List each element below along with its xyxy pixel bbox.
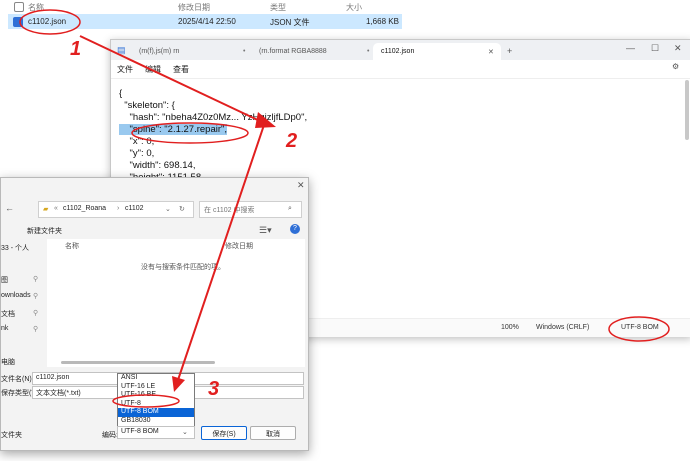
status-encoding: UTF-8 BOM	[621, 324, 659, 331]
column-type[interactable]: 类型	[270, 2, 286, 13]
tab-1[interactable]: (m(f),js(m) rn •	[127, 43, 247, 60]
notepad-app-icon: ▤	[117, 45, 126, 55]
close-window-icon[interactable]: ✕	[674, 43, 682, 54]
encoding-label: 编码:	[102, 432, 118, 439]
chevron-down-icon[interactable]: ⌄	[165, 205, 171, 213]
annotation-number-2: 2	[286, 130, 298, 152]
column-size[interactable]: 大小	[346, 2, 362, 13]
explorer-column-header: 名称 修改日期 类型 大小	[0, 0, 690, 14]
column-date[interactable]: 修改日期	[178, 2, 210, 13]
chevron-icon: «	[54, 205, 58, 212]
chevron-icon: ›	[117, 205, 120, 212]
row-checkbox[interactable]	[13, 17, 23, 27]
address-bar[interactable]: ▰ « c1102_Roana › c1102 ⌄ ↻	[38, 201, 194, 218]
file-date: 2025/4/14 22:50	[178, 17, 236, 26]
save-button[interactable]: 保存(S)	[201, 426, 247, 440]
vertical-scrollbar[interactable]	[685, 80, 689, 140]
encoding-dropdown-list[interactable]: ANSI UTF-16 LE UTF-16 BE UTF-8 UTF-8 BOM…	[117, 373, 195, 427]
pin-icon: ⚲	[33, 293, 39, 300]
menu-edit[interactable]: 编辑	[145, 64, 161, 75]
tab-active[interactable]: c1102.json ✕	[373, 43, 501, 60]
hide-folders-toggle[interactable]: 文件夹	[1, 430, 22, 440]
file-size: 1,668 KB	[366, 17, 399, 26]
menu-file[interactable]: 文件	[117, 64, 133, 75]
code-line: "y": 0,	[119, 148, 155, 159]
code-line: "hash": "nbeha4Z0z0Mz... YzHqizljfLDp0",	[119, 112, 308, 123]
view-options-icon[interactable]: ☰▾	[259, 225, 272, 236]
nav-item[interactable]: 电脑	[1, 357, 15, 367]
code-line: "x": 0,	[119, 136, 155, 147]
dialog-toolbar: 新建文件夹 ☰▾ ?	[1, 223, 308, 239]
tab-2[interactable]: (rn.format RGBA8888 •	[251, 43, 371, 60]
file-list: 名称 修改日期 没有与搜索条件匹配的项。	[47, 239, 305, 367]
nav-item[interactable]: 33 - 个人	[1, 243, 29, 253]
settings-gear-icon[interactable]: ⚙	[672, 62, 679, 71]
tab-dot-icon: •	[243, 48, 246, 55]
tab-dot-icon: •	[367, 48, 370, 55]
close-tab-icon[interactable]: ✕	[488, 48, 494, 56]
nav-item[interactable]: ownloads	[1, 292, 31, 299]
nav-pane: 33 - 个人 图 ownloads 文档 nk 电脑 ⚲ ⚲ ⚲ ⚲	[1, 239, 45, 369]
encoding-select[interactable]: UTF-8 BOM ⌄	[117, 426, 195, 439]
folder-icon: ▰	[43, 206, 49, 213]
column-name[interactable]: 名称	[28, 2, 44, 13]
dialog-titlebar: ✕	[1, 178, 308, 193]
column-date-header[interactable]: 修改日期	[225, 241, 253, 251]
annotation-number-3: 3	[208, 378, 220, 400]
minimize-icon[interactable]: —	[626, 43, 635, 53]
file-row-selected[interactable]: c1102.json 2025/4/14 22:50 JSON 文件 1,668…	[8, 14, 402, 29]
code-line: "skeleton": {	[119, 100, 175, 111]
pin-icon: ⚲	[33, 310, 39, 317]
search-input[interactable]: 在 c1102 中搜索 ⌕	[199, 201, 302, 218]
nav-item[interactable]: 图	[1, 275, 8, 285]
code-line-highlighted: "spine": "2.1.27.repair",	[119, 124, 228, 135]
notepad-titlebar: ▤ (m(f),js(m) rn • (rn.format RGBA8888 •…	[111, 40, 690, 60]
status-zoom: 100%	[501, 324, 519, 331]
breadcrumb-2[interactable]: c1102	[125, 205, 144, 212]
breadcrumb-1[interactable]: c1102_Roana	[63, 205, 106, 212]
back-arrow-icon[interactable]: ←	[5, 203, 14, 213]
save-as-dialog: ✕ ← ▰ « c1102_Roana › c1102 ⌄ ↻ 在 c1102 …	[0, 177, 309, 451]
pin-icon: ⚲	[33, 326, 39, 333]
refresh-icon[interactable]: ↻	[179, 205, 185, 213]
empty-message: 没有与搜索条件匹配的项。	[141, 264, 225, 271]
file-name: c1102.json	[28, 17, 67, 26]
nav-item[interactable]: 文档	[1, 309, 15, 319]
horizontal-scrollbar[interactable]	[61, 361, 215, 364]
column-name-header[interactable]: 名称	[65, 241, 79, 251]
notepad-menubar: 文件 编辑 查看 ⚙	[111, 60, 690, 79]
menu-view[interactable]: 查看	[173, 64, 189, 75]
filename-label: 文件名(N):	[1, 376, 34, 383]
annotation-number-1: 1	[70, 38, 82, 60]
search-icon: ⌕	[288, 205, 292, 212]
file-type: JSON 文件	[270, 18, 310, 27]
status-eol: Windows (CRLF)	[536, 324, 590, 331]
encoding-option[interactable]: GB18030	[118, 417, 194, 426]
select-all-checkbox[interactable]	[14, 2, 24, 12]
code-line: "width": 698.14,	[119, 160, 196, 171]
chevron-down-icon: ⌄	[182, 429, 188, 436]
pin-icon: ⚲	[33, 276, 39, 283]
code-line: {	[119, 88, 123, 99]
nav-item[interactable]: nk	[1, 325, 8, 332]
maximize-icon[interactable]: ☐	[651, 43, 659, 54]
cancel-button[interactable]: 取消	[250, 426, 296, 440]
new-folder-button[interactable]: 新建文件夹	[27, 226, 62, 236]
help-icon[interactable]: ?	[290, 224, 300, 234]
add-tab-icon[interactable]: +	[507, 46, 512, 56]
dialog-close-icon[interactable]: ✕	[297, 180, 305, 191]
